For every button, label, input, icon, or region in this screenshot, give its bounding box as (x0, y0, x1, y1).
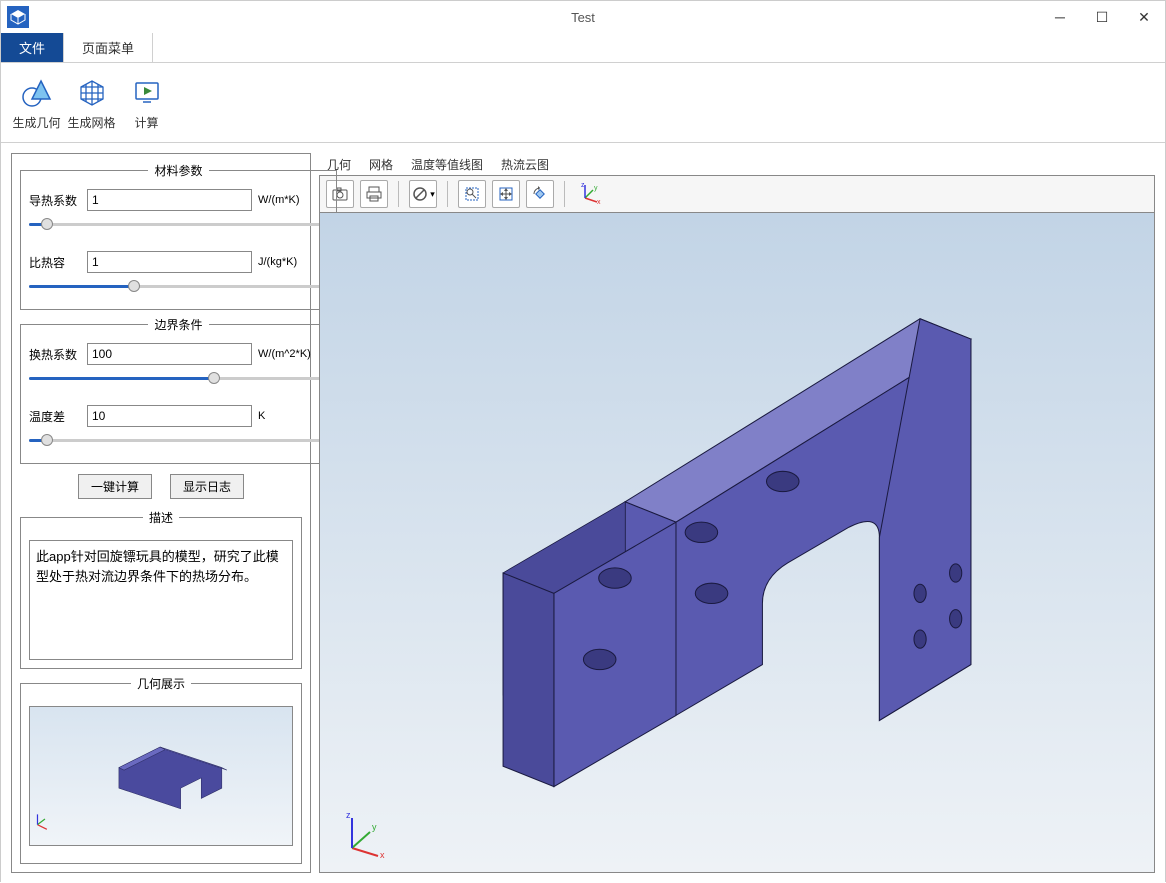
geometry-icon (19, 74, 55, 110)
compute-icon (129, 74, 165, 110)
ribbon-compute-label: 计算 (134, 114, 158, 131)
panel-boundary-title: 边界条件 (148, 316, 208, 333)
panel-boundary: 边界条件 换热系数 W/(m^2*K) 温度差 K (20, 316, 337, 464)
close-button[interactable]: ✕ (1123, 3, 1165, 31)
dt-label: 温度差 (29, 408, 81, 425)
panel-material: 材料参数 导热系数 W/(m*K) 比热容 J/(kg*K) (20, 162, 337, 310)
title-bar: Test ─ ☐ ✕ (1, 1, 1165, 33)
disable-button[interactable]: ▾ (409, 180, 437, 208)
print-button[interactable] (360, 180, 388, 208)
pan-button[interactable] (492, 180, 520, 208)
app-icon (7, 6, 29, 28)
panel-material-title: 材料参数 (148, 162, 208, 179)
heat-slider[interactable] (29, 277, 328, 295)
geom-thumbnail (29, 706, 293, 846)
htc-label: 换热系数 (29, 346, 81, 363)
cond-slider[interactable] (29, 215, 328, 233)
htc-unit: W/(m^2*K) (258, 348, 328, 360)
heat-label: 比热容 (29, 254, 81, 271)
view-toolbar: ▾ xy z (319, 175, 1155, 213)
panel-description: 描述 此app针对回旋镖玩具的模型，研究了此模型处于热对流边界条件下的热场分布。 (20, 509, 302, 669)
axis-triad-icon: x y z (340, 810, 390, 860)
dt-unit: K (258, 410, 328, 422)
heat-unit: J/(kg*K) (258, 256, 328, 268)
cond-unit: W/(m*K) (258, 194, 328, 206)
ribbon-gen-geom-label: 生成几何 (12, 114, 60, 131)
heat-input[interactable] (87, 251, 252, 273)
show-log-button[interactable]: 显示日志 (170, 474, 244, 499)
mesh-icon (74, 74, 110, 110)
dt-input[interactable] (87, 405, 252, 427)
viewport-canvas[interactable]: x y z (319, 213, 1155, 873)
main-view: 几何 网格 温度等值线图 热流云图 ▾ xyz (319, 153, 1155, 873)
minimize-button[interactable]: ─ (1039, 3, 1081, 31)
ribbon-gen-geom[interactable]: 生成几何 (9, 67, 64, 138)
ribbon: 生成几何 生成网格 计算 (1, 63, 1165, 143)
zoom-box-button[interactable] (458, 180, 486, 208)
window-title: Test (571, 10, 595, 25)
viewtab-mesh[interactable]: 网格 (369, 156, 393, 173)
menu-tabs: 文件 页面菜单 (1, 33, 1165, 63)
svg-text:z: z (346, 810, 351, 820)
svg-text:y: y (372, 822, 377, 832)
svg-text:x: x (597, 199, 601, 206)
svg-text:y: y (594, 185, 598, 192)
ribbon-gen-mesh-label: 生成网格 (67, 114, 115, 131)
rotate-button[interactable] (526, 180, 554, 208)
viewtab-flux[interactable]: 热流云图 (501, 156, 549, 173)
dt-slider[interactable] (29, 431, 328, 449)
htc-slider[interactable] (29, 369, 328, 387)
viewtab-temp[interactable]: 温度等值线图 (411, 156, 483, 173)
panel-geom-title: 几何展示 (131, 675, 191, 692)
sidebar: 材料参数 导热系数 W/(m*K) 比热容 J/(kg*K) 边界条件 换热系数… (11, 153, 311, 873)
description-text: 此app针对回旋镖玩具的模型，研究了此模型处于热对流边界条件下的热场分布。 (29, 540, 293, 660)
ribbon-compute[interactable]: 计算 (119, 67, 174, 138)
svg-text:x: x (380, 850, 385, 860)
panel-description-title: 描述 (143, 509, 179, 526)
cond-label: 导热系数 (29, 192, 81, 209)
triad-toggle[interactable]: xy z (575, 180, 603, 208)
maximize-button[interactable]: ☐ (1081, 3, 1123, 31)
onekey-compute-button[interactable]: 一键计算 (78, 474, 152, 499)
ribbon-gen-mesh[interactable]: 生成网格 (64, 67, 119, 138)
panel-geom-preview: 几何展示 (20, 675, 302, 864)
cond-input[interactable] (87, 189, 252, 211)
tab-page-menu[interactable]: 页面菜单 (64, 33, 153, 62)
htc-input[interactable] (87, 343, 252, 365)
view-tabs: 几何 网格 温度等值线图 热流云图 (319, 153, 1155, 175)
svg-text:z: z (581, 182, 585, 189)
tab-file[interactable]: 文件 (1, 33, 64, 62)
